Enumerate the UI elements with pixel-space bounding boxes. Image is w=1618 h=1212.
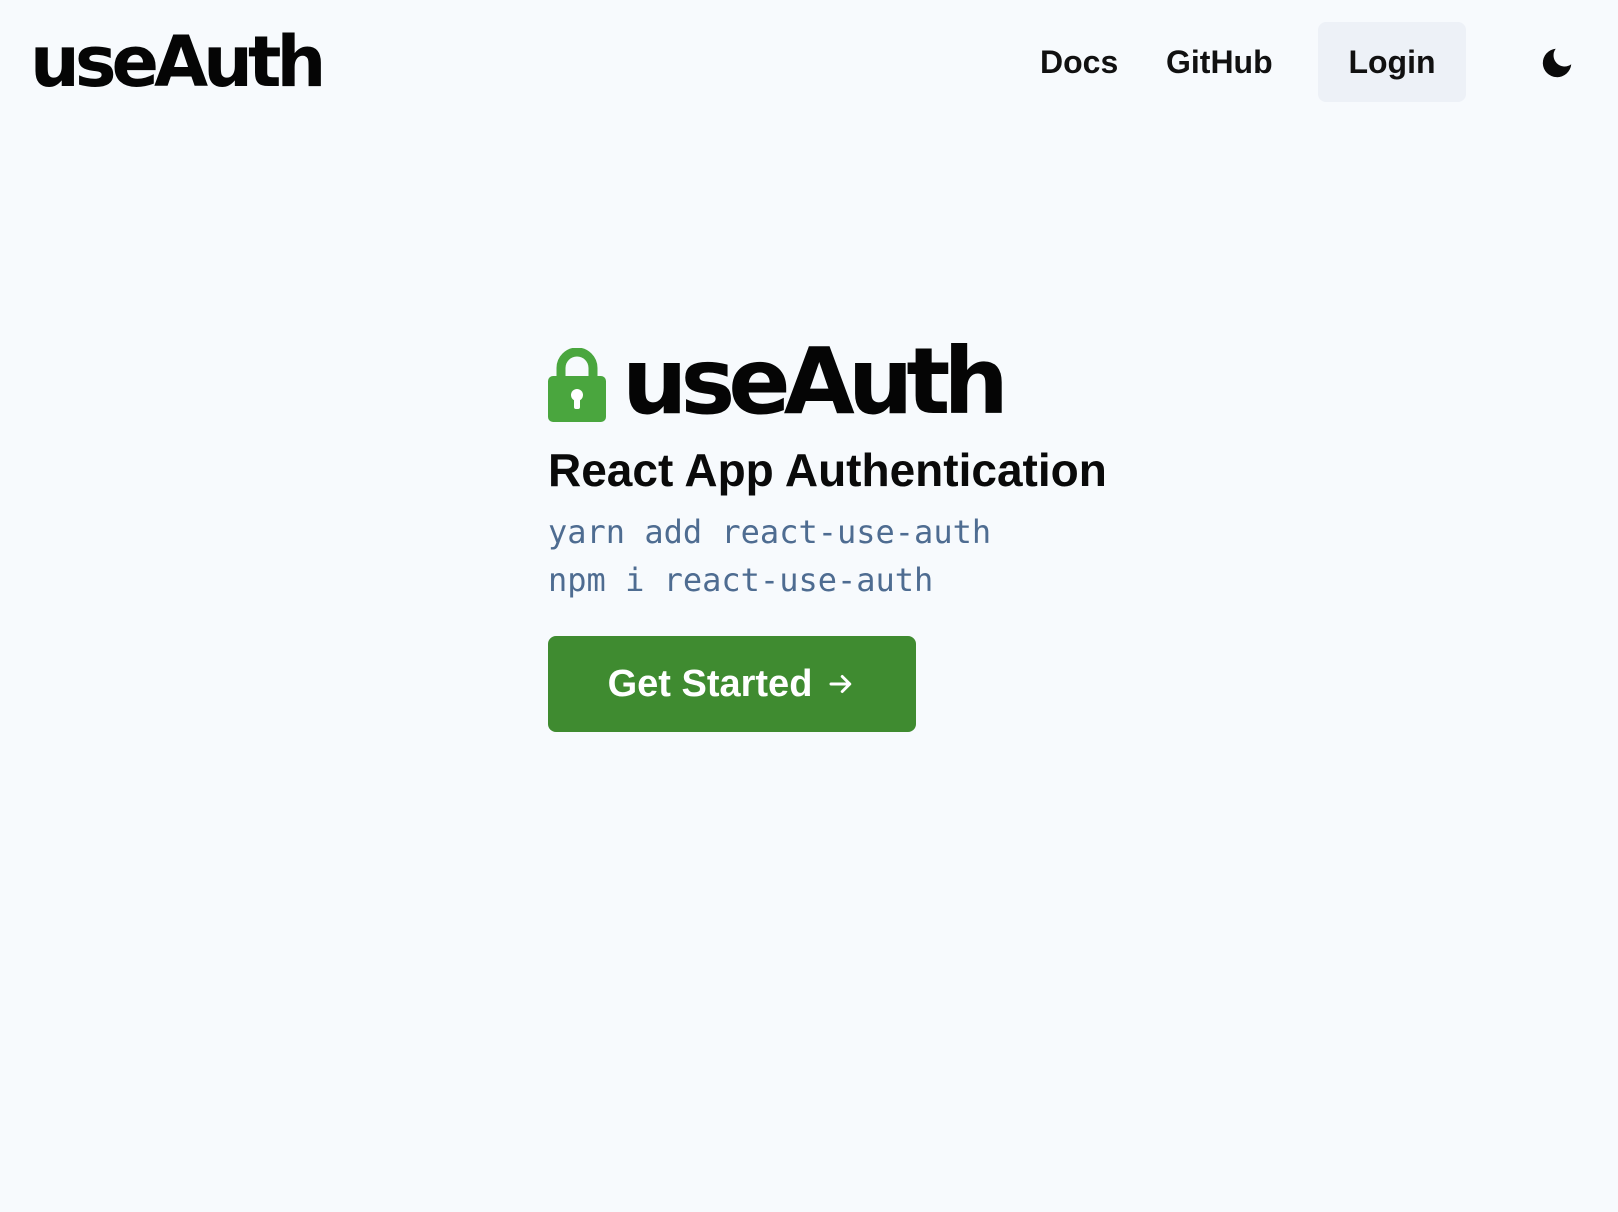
nav-link-docs[interactable]: Docs (1040, 22, 1118, 102)
nav-link-github[interactable]: GitHub (1166, 22, 1273, 102)
moon-icon (1542, 48, 1572, 78)
get-started-label: Get Started (607, 662, 813, 705)
hero-title: useAuth (622, 328, 1009, 435)
hero-subtitle: React App Authentication (548, 444, 1107, 496)
brand-logo-text[interactable]: useAuth (30, 22, 326, 102)
install-command-npm: npm i react-use-auth (548, 561, 934, 599)
install-command-yarn: yarn add react-use-auth (548, 513, 992, 551)
get-started-button[interactable]: Get Started (548, 636, 916, 732)
hero-section: useAuth React App Authentication yarn ad… (548, 332, 1168, 732)
login-button[interactable]: Login (1318, 22, 1466, 102)
arrow-right-icon (829, 675, 852, 693)
top-nav: useAuth Docs GitHub Login (0, 0, 1618, 126)
lock-icon (548, 348, 606, 422)
theme-toggle-button[interactable] (1538, 40, 1584, 86)
hero-title-row: useAuth (548, 332, 1168, 438)
